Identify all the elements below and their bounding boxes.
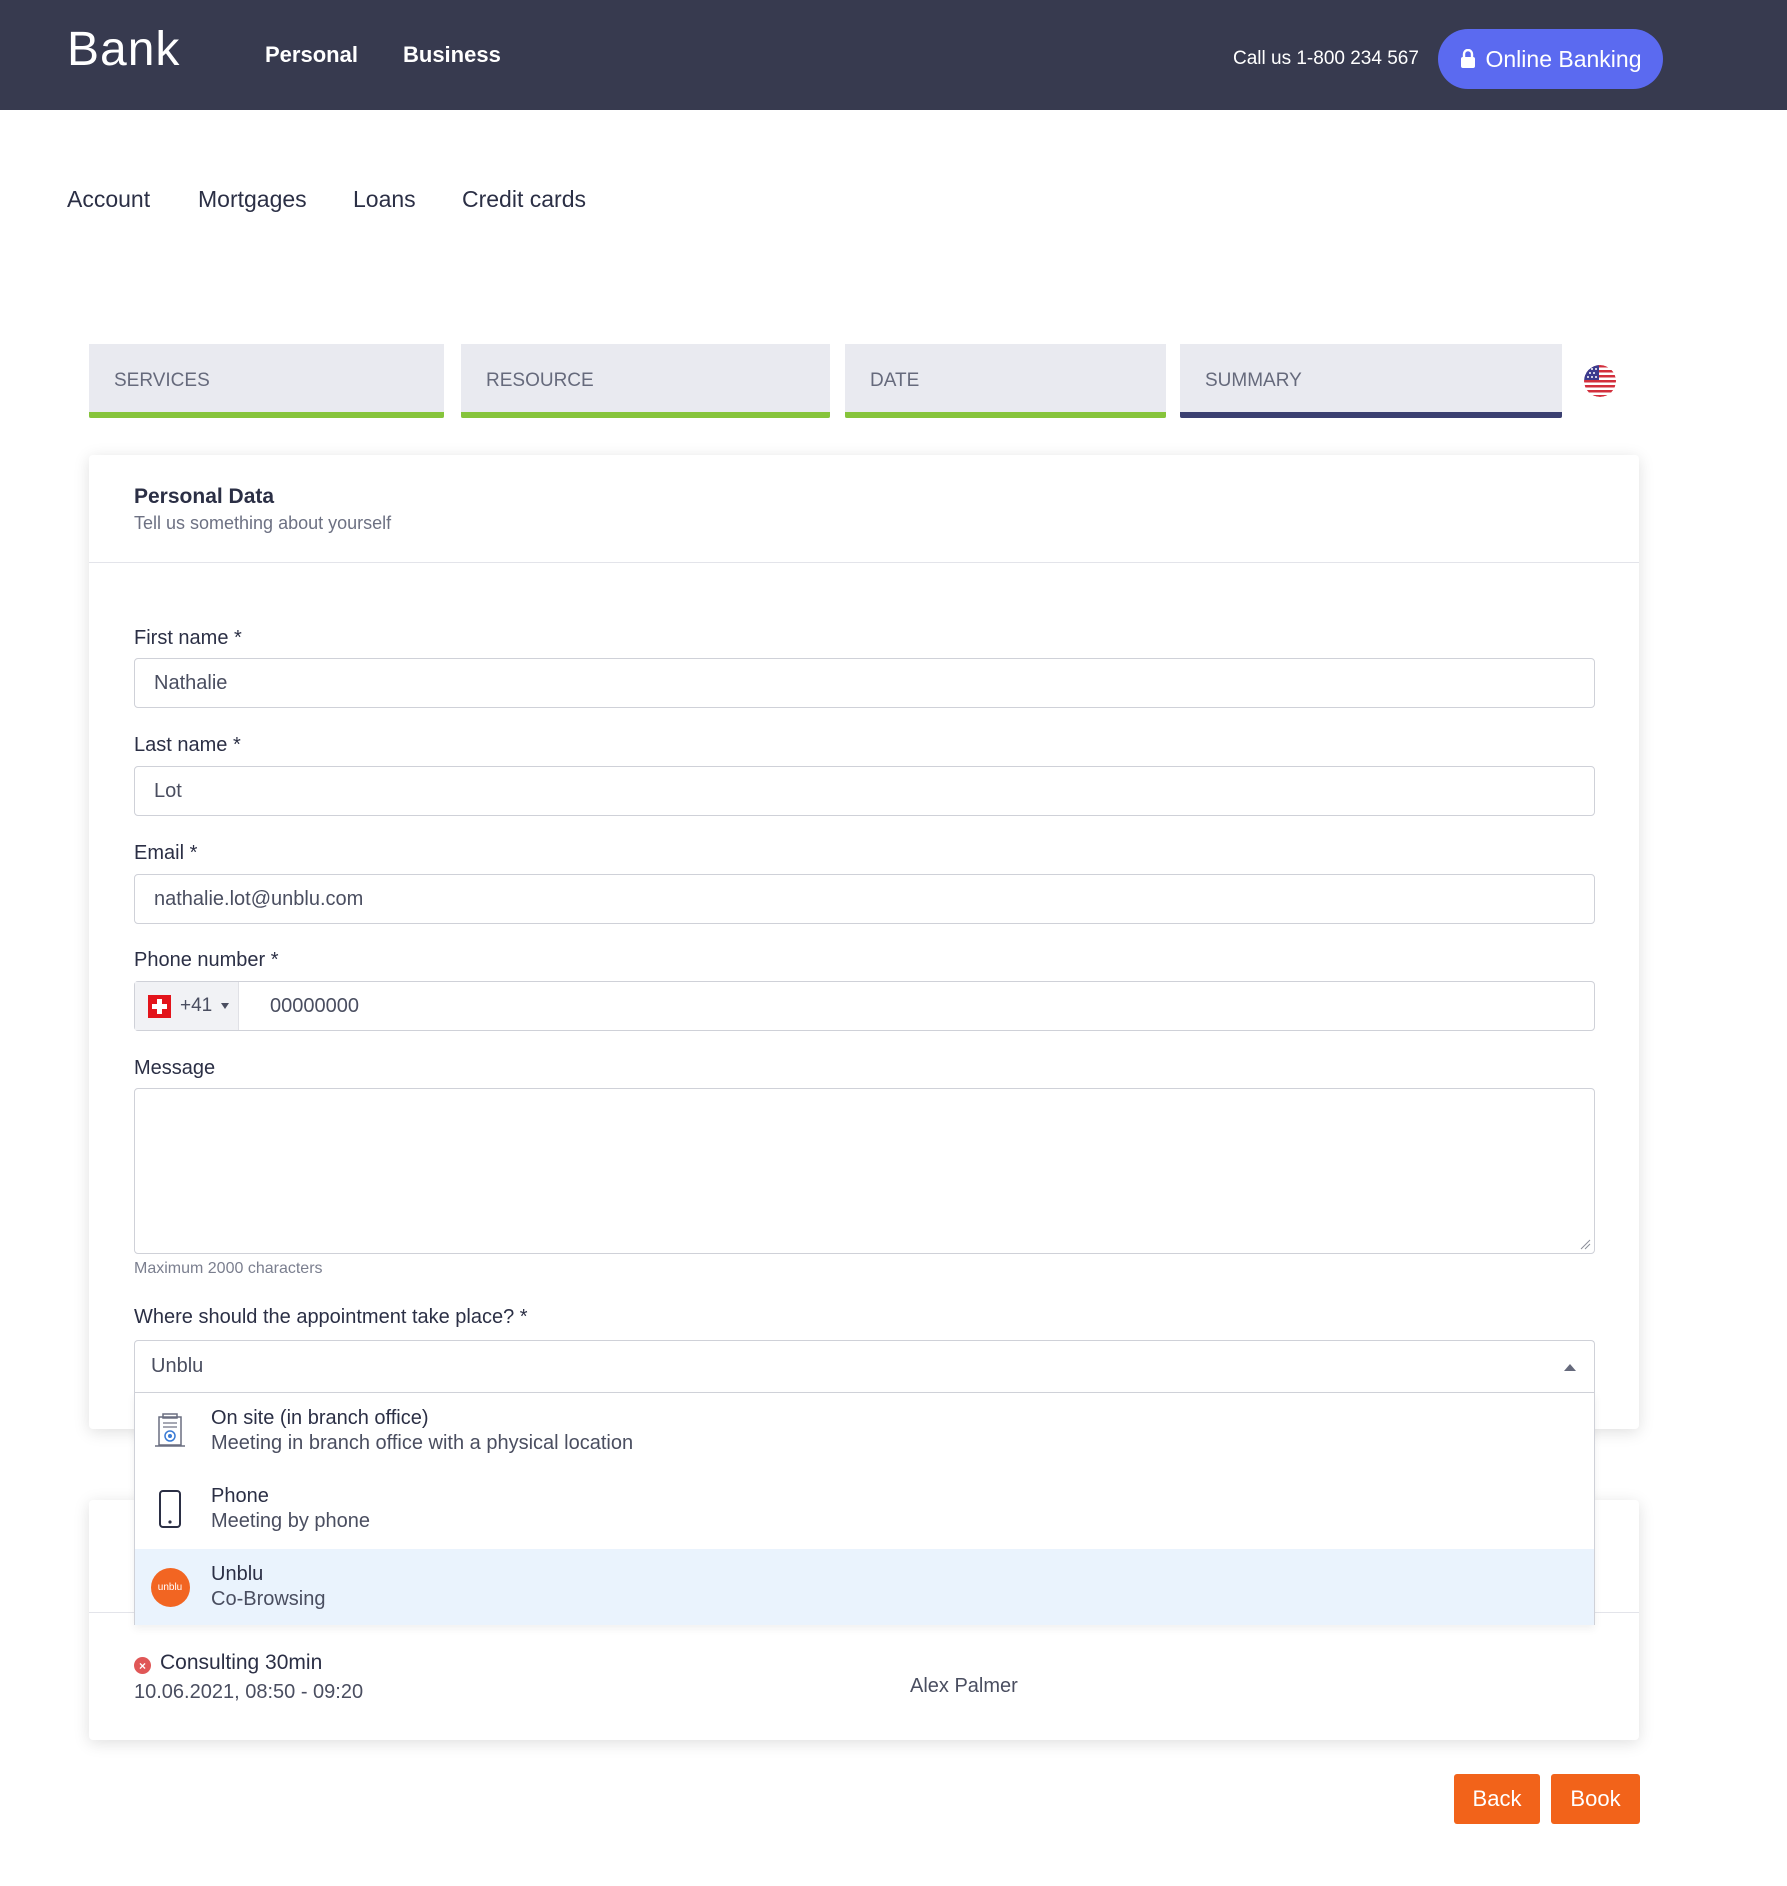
subnav-account[interactable]: Account bbox=[67, 186, 150, 213]
first-name-field[interactable]: Nathalie bbox=[134, 658, 1595, 708]
step-progress-bar bbox=[845, 412, 1166, 418]
us-flag-icon[interactable] bbox=[1584, 365, 1616, 397]
nav-personal[interactable]: Personal bbox=[265, 42, 358, 68]
step-services[interactable]: SERVICES bbox=[89, 344, 444, 418]
online-banking-label: Online Banking bbox=[1485, 45, 1642, 72]
remove-service-icon[interactable]: × bbox=[134, 1657, 151, 1674]
step-resource[interactable]: RESOURCE bbox=[461, 344, 830, 418]
lock-icon bbox=[1460, 49, 1475, 68]
service-resource: Alex Palmer bbox=[910, 1675, 1018, 1697]
card-header: Personal Data Tell us something about yo… bbox=[89, 455, 1639, 563]
message-textarea[interactable] bbox=[134, 1088, 1595, 1254]
service-name: Consulting 30min bbox=[160, 1651, 323, 1674]
subnav-credit-cards[interactable]: Credit cards bbox=[462, 186, 586, 213]
phone-label: Phone number * bbox=[134, 949, 279, 971]
branch-office-icon bbox=[149, 1410, 191, 1452]
location-label: Where should the appointment take place?… bbox=[134, 1306, 528, 1328]
chevron-up-icon bbox=[1564, 1364, 1576, 1371]
step-services-label: SERVICES bbox=[114, 370, 210, 391]
option-title: Phone bbox=[211, 1485, 269, 1507]
option-description: Meeting in branch office with a physical… bbox=[211, 1432, 634, 1454]
option-title: On site (in branch office) bbox=[211, 1407, 429, 1429]
location-option-unblu[interactable]: unblu Unblu Co-Browsing bbox=[135, 1549, 1594, 1625]
subnav-loans[interactable]: Loans bbox=[353, 186, 416, 213]
option-text: On site (in branch office) Meeting in br… bbox=[211, 1407, 633, 1455]
card-title: Personal Data bbox=[134, 485, 275, 508]
top-bar: Bank Personal Business Call us 1-800 234… bbox=[0, 0, 1787, 110]
step-resource-label: RESOURCE bbox=[486, 370, 594, 391]
location-selected-value: Unblu bbox=[151, 1355, 204, 1377]
resize-handle-icon[interactable] bbox=[1579, 1238, 1591, 1250]
card-subtitle: Tell us something about yourself bbox=[134, 513, 392, 533]
service-datetime: 10.06.2021, 08:50 - 09:20 bbox=[134, 1681, 364, 1703]
brand-logo[interactable]: Bank bbox=[67, 22, 180, 77]
option-description: Co-Browsing bbox=[211, 1588, 326, 1610]
location-select[interactable]: Unblu bbox=[134, 1340, 1595, 1392]
chevron-down-icon bbox=[221, 1003, 230, 1009]
option-description: Meeting by phone bbox=[211, 1510, 371, 1532]
online-banking-button[interactable]: Online Banking bbox=[1438, 29, 1663, 89]
step-summary-label: SUMMARY bbox=[1205, 370, 1302, 391]
nav-business[interactable]: Business bbox=[403, 42, 501, 68]
last-name-label: Last name * bbox=[134, 734, 241, 756]
last-name-field[interactable]: Lot bbox=[134, 766, 1595, 816]
subnav-mortgages[interactable]: Mortgages bbox=[198, 186, 307, 213]
step-date[interactable]: DATE bbox=[845, 344, 1166, 418]
call-us-text: Call us 1-800 234 567 bbox=[1233, 48, 1419, 69]
option-text: Phone Meeting by phone bbox=[211, 1485, 370, 1533]
step-progress-bar bbox=[461, 412, 830, 418]
email-field[interactable]: nathalie.lot@unblu.com bbox=[134, 874, 1595, 924]
phone-country-code: +41 bbox=[180, 995, 213, 1016]
location-option-onsite[interactable]: On site (in branch office) Meeting in br… bbox=[135, 1393, 1594, 1469]
phone-icon bbox=[149, 1488, 191, 1530]
step-progress-bar bbox=[1180, 412, 1562, 418]
option-title: Unblu bbox=[211, 1563, 264, 1585]
back-button[interactable]: Back bbox=[1454, 1774, 1540, 1824]
message-hint: Maximum 2000 characters bbox=[134, 1260, 323, 1277]
unblu-logo: unblu bbox=[150, 1567, 190, 1607]
personal-data-card: Personal Data Tell us something about yo… bbox=[89, 455, 1639, 1429]
step-summary[interactable]: SUMMARY bbox=[1180, 344, 1562, 418]
swiss-flag-icon bbox=[148, 994, 171, 1018]
option-text: Unblu Co-Browsing bbox=[211, 1563, 325, 1611]
message-label: Message bbox=[134, 1057, 216, 1079]
phone-country-select[interactable]: +41 bbox=[135, 982, 239, 1030]
first-name-label: First name * bbox=[134, 627, 242, 649]
email-label: Email * bbox=[134, 842, 198, 864]
step-progress-bar bbox=[89, 412, 444, 418]
location-option-phone[interactable]: Phone Meeting by phone bbox=[135, 1471, 1594, 1547]
book-button[interactable]: Book bbox=[1551, 1774, 1640, 1824]
phone-field[interactable]: 00000000 bbox=[134, 981, 1595, 1031]
unblu-logo-icon: unblu bbox=[149, 1566, 191, 1608]
step-date-label: DATE bbox=[870, 370, 920, 391]
location-dropdown: On site (in branch office) Meeting in br… bbox=[134, 1392, 1595, 1625]
